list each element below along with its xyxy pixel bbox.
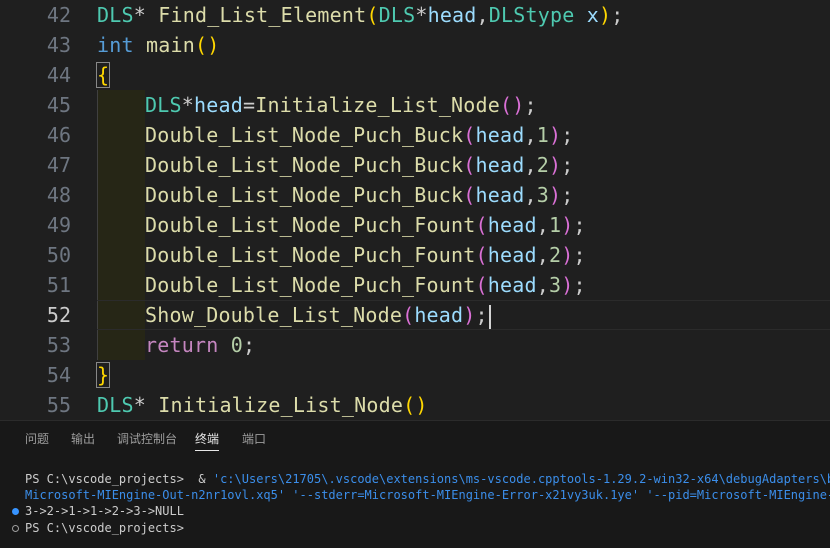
line-number: 51 [46,273,71,297]
indent-highlight [97,210,145,240]
code-text[interactable]: DLS* Initialize_List_Node() [97,390,428,420]
code-text[interactable]: Double_List_Node_Puch_Fount(head,3); [145,270,586,300]
code-line[interactable]: 42 DLS* Find_List_Element(DLS*head,DLSty… [0,0,830,30]
line-number: 46 [46,123,71,147]
terminal-line: PS C:\vscode_projects> & 'c:\Users\21705… [25,472,830,486]
indent-guide [97,180,98,210]
line-number: 52 [46,303,71,327]
indent-guide [97,120,98,150]
code-line[interactable]: 43 int main() [0,30,830,60]
code-editor[interactable]: 42 DLS* Find_List_Element(DLS*head,DLSty… [0,0,830,420]
line-number: 53 [46,333,71,357]
indent-guide [97,210,98,240]
line-number: 45 [46,93,71,117]
tab-terminal[interactable]: 终端 [195,421,220,457]
line-number: 54 [46,363,71,387]
code-line[interactable]: 47 Double_List_Node_Puch_Buck(head,2); [0,150,830,180]
indent-highlight [97,150,145,180]
bottom-panel: 问题 输出 调试控制台 终端 端口 PS C:\vscode_projects>… [0,420,830,548]
indent-guide [97,90,98,120]
code-text[interactable]: Show_Double_List_Node(head); [145,300,491,330]
code-line[interactable]: 53 return 0; [0,330,830,360]
code-text[interactable]: return 0; [145,330,255,360]
indent-guide [97,270,98,300]
code-text[interactable]: DLS*head=Initialize_List_Node(); [145,90,537,120]
tab-problems[interactable]: 问题 [25,421,49,457]
terminal-line: Microsoft-MIEngine-Out-n2nr1ovl.xq5' '--… [25,488,830,502]
command-empty-dot-icon[interactable] [12,525,19,532]
tab-ports[interactable]: 端口 [242,421,266,457]
code-text[interactable]: DLS* Find_List_Element(DLS*head,DLStype … [97,0,623,30]
indent-highlight [97,330,145,360]
line-number: 49 [46,213,71,237]
indent-guide [97,330,98,360]
tab-debug-console[interactable]: 调试控制台 [117,421,177,457]
matched-bracket-open: { [95,62,111,88]
line-number: 50 [46,243,71,267]
indent-guide [97,300,98,330]
code-line[interactable]: 54 } [0,360,830,390]
code-line[interactable]: 48 Double_List_Node_Puch_Buck(head,3); [0,180,830,210]
code-text[interactable]: Double_List_Node_Puch_Buck(head,2); [145,150,574,180]
indent-guide [97,240,98,270]
terminal-line-prompt: PS C:\vscode_projects> [25,521,192,535]
indent-guide [97,150,98,180]
line-number: 55 [46,393,71,417]
code-line[interactable]: 44 { [0,60,830,90]
line-number: 43 [46,33,71,57]
indent-highlight [97,240,145,270]
line-number: 42 [46,3,71,27]
code-line-current[interactable]: 52 Show_Double_List_Node(head); [0,300,830,330]
line-number: 44 [46,63,71,87]
code-text[interactable]: Double_List_Node_Puch_Buck(head,1); [145,120,574,150]
indent-highlight [97,300,145,330]
vscode-window: 42 DLS* Find_List_Element(DLS*head,DLSty… [0,0,830,548]
code-text[interactable]: int main() [97,30,219,60]
matched-bracket-close: } [95,362,111,388]
code-line[interactable]: 45 DLS*head=Initialize_List_Node(); [0,90,830,120]
code-line[interactable]: 49 Double_List_Node_Puch_Fount(head,1); [0,210,830,240]
indent-highlight [97,120,145,150]
code-text[interactable]: } [95,360,111,390]
tab-output[interactable]: 输出 [71,421,95,457]
code-line[interactable]: 50 Double_List_Node_Puch_Fount(head,2); [0,240,830,270]
code-text[interactable]: Double_List_Node_Puch_Buck(head,3); [145,180,574,210]
terminal-line-output: 3->2->1->1->2->3->NULL [25,504,184,518]
indent-highlight [97,180,145,210]
code-line[interactable]: 46 Double_List_Node_Puch_Buck(head,1); [0,120,830,150]
line-number: 48 [46,183,71,207]
code-text[interactable]: { [95,60,111,90]
command-success-dot-icon[interactable] [12,508,19,515]
code-text[interactable]: Double_List_Node_Puch_Fount(head,1); [145,210,586,240]
panel-tabs: 问题 输出 调试控制台 终端 端口 [0,421,830,457]
code-line[interactable]: 51 Double_List_Node_Puch_Fount(head,3); [0,270,830,300]
text-cursor [488,304,491,329]
code-line[interactable]: 55 DLS* Initialize_List_Node() [0,390,830,420]
line-number: 47 [46,153,71,177]
indent-highlight [97,270,145,300]
code-text[interactable]: Double_List_Node_Puch_Fount(head,2); [145,240,586,270]
indent-highlight [97,90,145,120]
